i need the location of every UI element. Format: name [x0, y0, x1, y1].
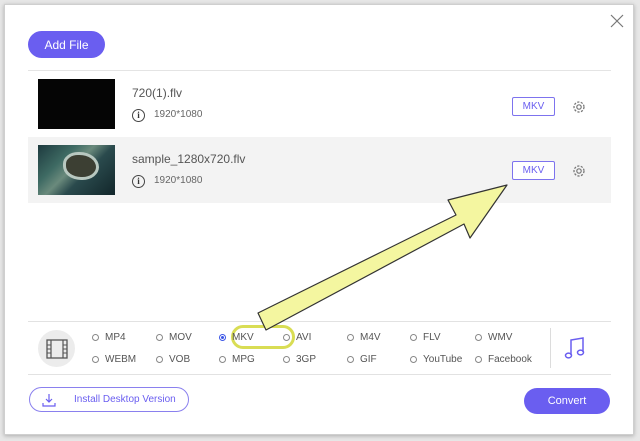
format-option-webm[interactable]: WEBM	[92, 354, 136, 365]
format-label: 3GP	[296, 354, 317, 365]
convert-button[interactable]: Convert	[524, 388, 610, 414]
install-label: Install Desktop Version	[74, 394, 176, 405]
add-file-button[interactable]: Add File	[28, 31, 105, 58]
radio-icon	[283, 356, 290, 363]
format-label: Facebook	[488, 354, 532, 365]
format-label: YouTube	[423, 354, 463, 365]
converter-dialog: Add File 720(1).flv i 1920*1080 MKV samp…	[4, 4, 634, 435]
video-thumbnail	[38, 145, 115, 195]
info-icon[interactable]: i	[132, 175, 145, 188]
format-option-flv[interactable]: FLV	[410, 332, 441, 343]
install-desktop-button[interactable]: Install Desktop Version	[29, 387, 189, 412]
format-option-m4v[interactable]: M4V	[347, 332, 381, 343]
file-list: 720(1).flv i 1920*1080 MKV sample_1280x7…	[28, 70, 611, 203]
video-tab[interactable]	[38, 330, 75, 367]
file-name: 720(1).flv	[132, 86, 183, 100]
file-name: sample_1280x720.flv	[132, 152, 246, 166]
output-format-button[interactable]: MKV	[512, 161, 555, 180]
format-option-wmv[interactable]: WMV	[475, 332, 512, 343]
format-option-3gp[interactable]: 3GP	[283, 354, 316, 365]
radio-icon	[92, 334, 99, 341]
download-icon	[42, 393, 56, 407]
format-option-mov[interactable]: MOV	[156, 332, 192, 343]
info-icon[interactable]: i	[132, 109, 145, 122]
radio-icon	[475, 356, 482, 363]
video-thumbnail	[38, 79, 115, 129]
radio-icon	[283, 334, 290, 341]
radio-icon	[92, 356, 99, 363]
radio-icon	[219, 356, 226, 363]
format-option-facebook[interactable]: Facebook	[475, 354, 532, 365]
output-format-button[interactable]: MKV	[512, 97, 555, 116]
gear-icon[interactable]	[571, 163, 587, 179]
music-note-icon[interactable]	[564, 336, 586, 360]
radio-icon	[347, 334, 354, 341]
format-selector: MP4 MOV MKV AVI M4V FLV WMV WEBM VOB MPG…	[28, 321, 611, 375]
format-option-vob[interactable]: VOB	[156, 354, 190, 365]
file-resolution: 1920*1080	[154, 109, 203, 120]
format-label: AVI	[296, 332, 312, 343]
film-icon	[45, 338, 68, 359]
format-label: MP4	[105, 332, 126, 343]
file-row: sample_1280x720.flv i 1920*1080 MKV	[28, 137, 611, 203]
gear-icon[interactable]	[571, 99, 587, 115]
format-option-mp4[interactable]: MP4	[92, 332, 126, 343]
format-label: VOB	[169, 354, 191, 365]
radio-icon	[475, 334, 482, 341]
format-option-mkv[interactable]: MKV	[219, 332, 254, 343]
radio-icon	[156, 334, 163, 341]
format-label: WMV	[488, 332, 513, 343]
close-icon[interactable]	[609, 13, 625, 29]
radio-icon	[410, 356, 417, 363]
file-row: 720(1).flv i 1920*1080 MKV	[28, 71, 611, 137]
format-option-avi[interactable]: AVI	[283, 332, 311, 343]
radio-icon	[156, 356, 163, 363]
format-option-youtube[interactable]: YouTube	[410, 354, 462, 365]
format-label: MOV	[169, 332, 192, 343]
format-label: GIF	[360, 354, 377, 365]
format-option-gif[interactable]: GIF	[347, 354, 377, 365]
file-resolution: 1920*1080	[154, 175, 203, 186]
radio-icon	[410, 334, 417, 341]
format-label: WEBM	[105, 354, 137, 365]
format-label: FLV	[423, 332, 441, 343]
format-label: MPG	[232, 354, 255, 365]
radio-icon	[347, 356, 354, 363]
format-label: MKV	[232, 332, 254, 343]
divider	[550, 328, 551, 368]
radio-selected-icon	[219, 334, 226, 341]
format-option-mpg[interactable]: MPG	[219, 354, 255, 365]
format-label: M4V	[360, 332, 381, 343]
